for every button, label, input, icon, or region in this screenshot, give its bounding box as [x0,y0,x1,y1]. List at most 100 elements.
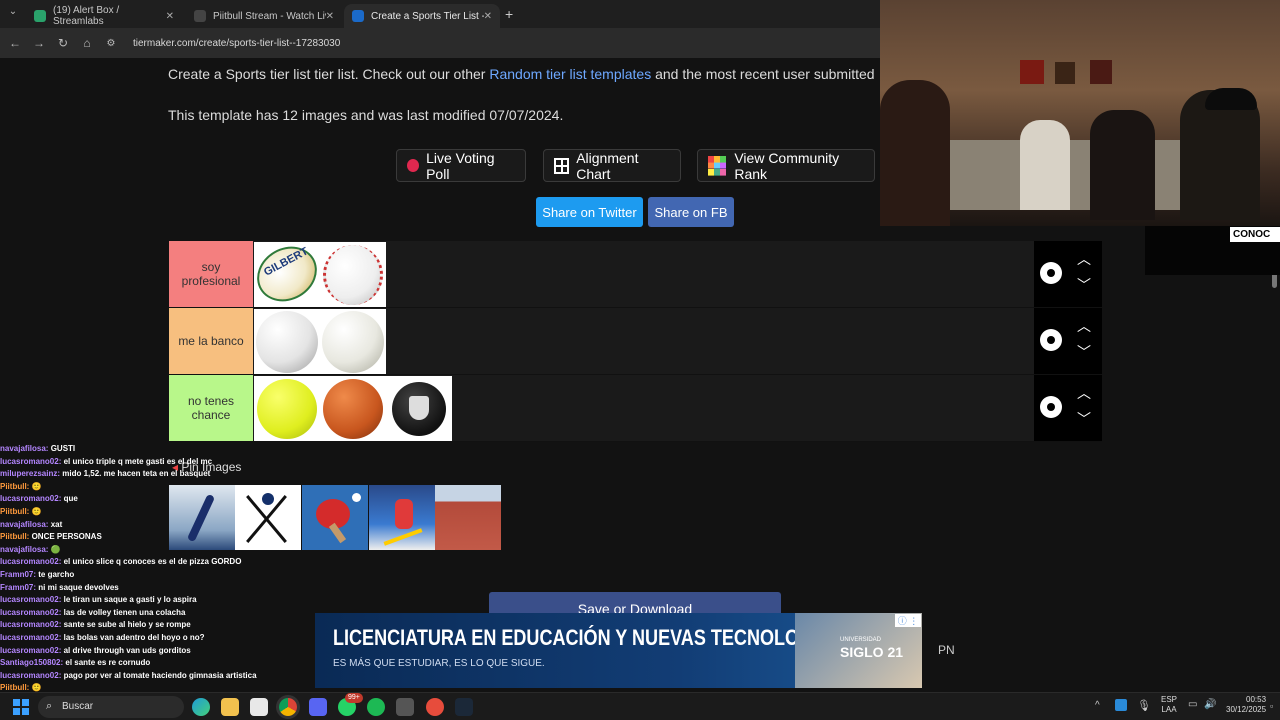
tier-item-basketball[interactable] [320,376,386,441]
tier-controls: ︿ ﹀ [1034,241,1102,307]
move-down-icon[interactable]: ﹀ [1074,342,1094,362]
tier-label[interactable]: me la banco [169,308,253,374]
spotify-icon[interactable] [367,698,385,716]
tab-search-icon[interactable]: ⌄ [4,6,22,22]
chat-message: Piitbull: 🙂 [0,506,42,516]
obs-icon[interactable] [426,698,444,716]
file-explorer-icon[interactable] [221,698,239,716]
forward-icon[interactable]: → [27,36,51,50]
volume-icon[interactable]: 🔊 [1204,699,1216,710]
windows-start-icon[interactable] [13,699,29,715]
notification-badge: 99+ [345,693,363,703]
site-info-icon[interactable]: ⚙ [99,38,123,49]
ad-banner[interactable]: LICENCIATURA EN EDUCACIÓN Y NUEVAS TECNO… [315,613,922,688]
close-tab-icon[interactable]: ✕ [166,11,174,22]
chrome-icon[interactable] [279,698,297,716]
tier-controls: ︿ ﹀ [1034,375,1102,441]
move-down-icon[interactable]: ﹀ [1074,409,1094,429]
language-indicator[interactable]: ESP LAA [1161,695,1177,715]
share-twitter-button[interactable]: Share on Twitter [536,197,643,227]
chat-message: lucasromano02: que [0,494,78,504]
taskbar-search[interactable]: ⌕ Buscar [38,696,184,718]
browser-tab-bar: ⌄ (19) Alert Box / Streamlabs ✕ Piitbull… [0,0,880,28]
move-down-icon[interactable]: ﹀ [1074,275,1094,295]
tiermaker-icon [352,10,364,22]
gear-icon[interactable] [1040,329,1062,351]
address-bar: ← → ↻ ⌂ ⚙ tiermaker.com/create/sports-ti… [0,28,880,58]
record-dot-icon [407,159,420,172]
random-templates-link[interactable]: Random tier list templates [489,66,651,82]
tier-row: no tenes chance ︿ ﹀ [169,375,1102,442]
tray-chevron-icon[interactable]: ^ [1095,700,1100,711]
nhl-logo [409,396,429,420]
windows-taskbar: ⌕ Buscar 99+ ^ 🎙 ESP LAA ▭ 🔊 00:53 30/12… [0,692,1280,720]
tier-label[interactable]: soy profesional [169,241,253,307]
tab-piitbull-stream[interactable]: Piitbull Stream - Watch Live ✕ [186,4,342,28]
tier-item-golf-ball[interactable] [254,309,320,374]
url-field[interactable]: tiermaker.com/create/sports-tier-list--1… [133,38,340,49]
tier-label[interactable]: no tenes chance [169,375,253,441]
share-fb-button[interactable]: Share on FB [648,197,734,227]
chat-message: lucasromano02: el unico triple q mete ga… [0,456,213,466]
move-up-icon[interactable]: ︿ [1074,316,1094,336]
chat-message: navajafilosa: xat [0,519,63,529]
close-tab-icon[interactable]: ✕ [484,11,492,22]
stream-chat: navajafilosa: GUSTI lucasromano02: el un… [0,443,320,693]
tier-row: me la banco ︿ ﹀ [169,308,1102,375]
tier-item-rugby-ball[interactable]: GILBERT [254,242,320,307]
notifications-icon[interactable]: ▫ [1270,701,1273,711]
chat-message: lucasromano02: sante se sube al hielo y … [0,620,191,630]
chat-message: lucasromano02: pago por ver al tomate ha… [0,670,257,680]
tier-grid-icon [708,155,727,176]
ad-side-text: PN [938,643,955,657]
chat-message: Piitbull: ONCE PERSONAS [0,532,102,542]
move-up-icon[interactable]: ︿ [1074,383,1094,403]
ad-info-icon[interactable]: ⓘ ⋮ [895,614,921,627]
new-tab-icon[interactable]: + [505,6,513,22]
ad-brand: SIGLO 21 [840,644,904,660]
save-download-button[interactable]: Save or Download [489,592,781,613]
tier-item-volleyball[interactable] [320,309,386,374]
cam-badge: CONOC [1230,227,1280,242]
tier-item-hockey-puck[interactable] [386,376,452,441]
clock[interactable]: 00:53 30/12/2025 [1226,695,1266,715]
gear-icon[interactable] [1040,262,1062,284]
live-voting-poll-button[interactable]: Live Voting Poll [396,149,526,182]
chat-message: Framn07: ni mi saque devolves [0,582,119,592]
chat-message: Piitbull: 🙂 [0,481,42,491]
tier-item-baseball[interactable] [320,242,386,307]
home-icon[interactable]: ⌂ [75,36,99,50]
tier-item-tennis-ball[interactable] [254,376,320,441]
tab-tiermaker[interactable]: Create a Sports Tier List - TierM ✕ [344,4,500,28]
chat-message: navajafilosa: 🟢 [0,544,61,554]
chat-message: lucasromano02: le tiran un saque a gasti… [0,595,197,605]
gear-icon[interactable] [1040,396,1062,418]
chat-message: Framn07: te garcho [0,569,75,579]
alignment-chart-button[interactable]: Alignment Chart [543,149,681,182]
close-tab-icon[interactable]: ✕ [326,11,334,22]
steam-icon[interactable] [455,698,473,716]
search-icon: ⌕ [46,700,53,712]
back-icon[interactable]: ← [3,36,27,50]
chat-message: lucasromano02: las de volley tienen una … [0,607,186,617]
chat-message: lucasromano02: las bolas van adentro del… [0,632,205,642]
view-community-rank-button[interactable]: View Community Rank [697,149,875,182]
tier-controls: ︿ ﹀ [1034,308,1102,374]
edge-icon[interactable] [192,698,210,716]
move-up-icon[interactable]: ︿ [1074,249,1094,269]
pool-item-running-track[interactable] [435,485,501,550]
tab-alert-box[interactable]: (19) Alert Box / Streamlabs ✕ [26,4,182,28]
pool-item-skier[interactable] [369,485,435,550]
grid-icon [554,157,570,174]
ad-headline: LICENCIATURA EN EDUCACIÓN Y NUEVAS TECNO… [333,625,844,650]
reload-icon[interactable]: ↻ [51,36,75,50]
template-info: This template has 12 images and was last… [168,107,564,123]
chat-message: lucasromano02: al drive through van uds … [0,645,191,655]
network-icon[interactable]: ▭ [1188,699,1197,710]
tray-app-icon[interactable] [1115,699,1127,711]
discord-icon[interactable] [309,698,327,716]
mic-icon[interactable]: 🎙 [1137,699,1151,712]
app-icon[interactable] [396,698,414,716]
chat-message: Santiago150802: el sante es re cornudo [0,658,151,668]
store-icon[interactable] [250,698,268,716]
